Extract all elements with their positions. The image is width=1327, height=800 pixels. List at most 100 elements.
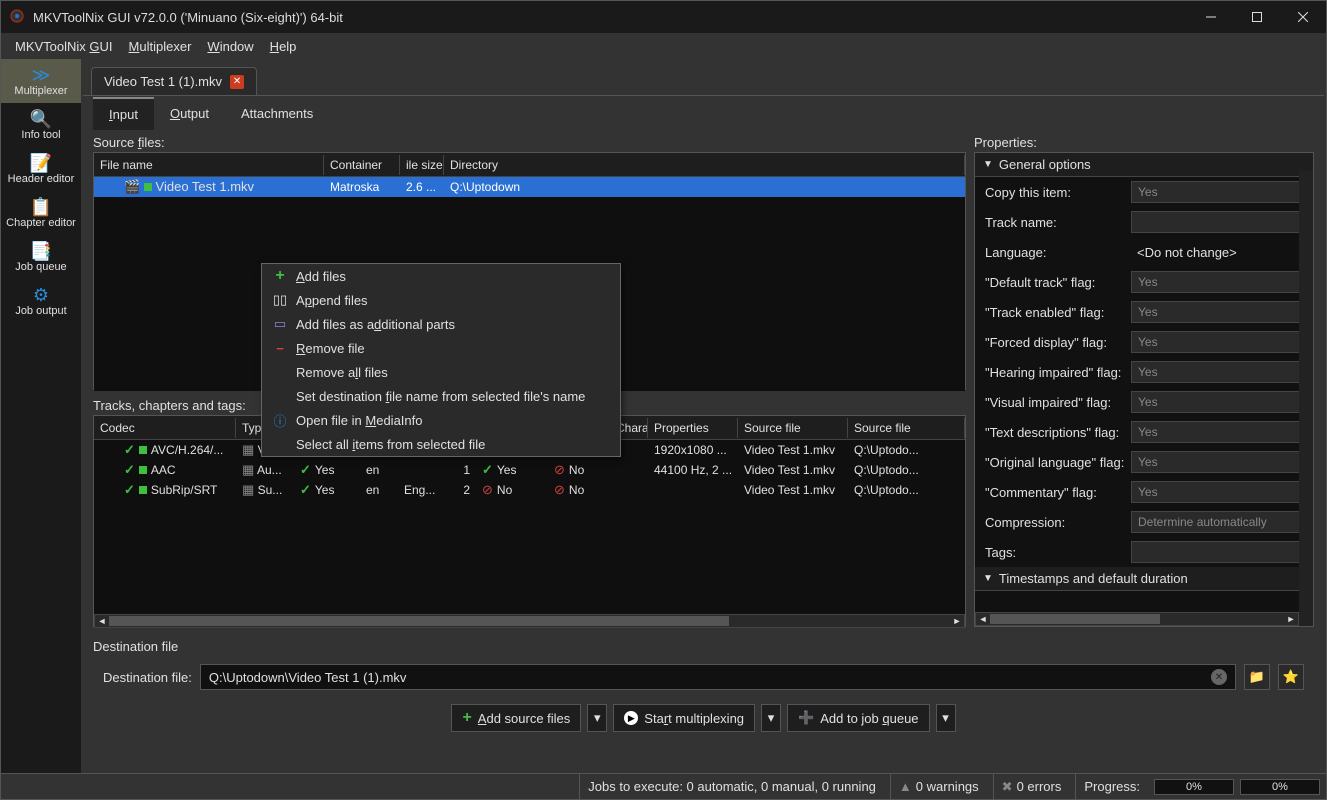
ctx-append-files[interactable]: ▯▯Append files: [262, 288, 620, 312]
property-value-input[interactable]: [1131, 181, 1303, 203]
start-mux-dropdown[interactable]: ▾: [761, 704, 781, 732]
start-multiplexing-button[interactable]: ▶ Start multiplexing: [613, 704, 755, 732]
destination-path-input[interactable]: Q:\Uptodown\Video Test 1 (1).mkv ✕: [200, 664, 1236, 690]
minimize-button[interactable]: [1188, 1, 1234, 33]
tab-close-icon[interactable]: ✕: [230, 75, 244, 89]
video-icon: 🎬: [124, 179, 140, 194]
track-row[interactable]: ✓AAC▦ Au...✓Yesen1✓Yes⊘No44100 Hz, 2 ...…: [94, 460, 965, 480]
subtabs: Input Output Attachments: [83, 95, 1324, 131]
property-value-input[interactable]: [1131, 451, 1303, 473]
col-filesize[interactable]: ile size: [400, 155, 444, 175]
col-filename[interactable]: File name: [94, 155, 324, 175]
property-value-input[interactable]: [1131, 361, 1303, 383]
property-value-input[interactable]: [1131, 301, 1303, 323]
property-value-input[interactable]: [1131, 541, 1303, 563]
browse-destination-button[interactable]: 📁: [1244, 664, 1270, 690]
property-row: Language:<Do not change>: [975, 237, 1313, 267]
properties-vscroll[interactable]: [1299, 171, 1313, 626]
property-row: "Visual impaired" flag:: [975, 387, 1313, 417]
property-value-input[interactable]: [1131, 481, 1303, 503]
titlebar: MKVToolNix GUI v72.0.0 ('Minuano (Six-ei…: [1, 1, 1326, 33]
status-indicator: [139, 486, 147, 494]
col-srcfile[interactable]: Source file: [738, 418, 848, 438]
add-source-files-button[interactable]: + Add source files: [451, 704, 581, 732]
append-icon: ▯▯: [272, 292, 288, 308]
status-errors[interactable]: ✖0 errors: [993, 774, 1070, 799]
property-value-input[interactable]: [1131, 331, 1303, 353]
col-props[interactable]: Properties: [648, 418, 738, 438]
property-row: Track name:: [975, 207, 1313, 237]
clear-path-button[interactable]: ✕: [1211, 669, 1227, 685]
maximize-button[interactable]: [1234, 1, 1280, 33]
tab-label: Video Test 1 (1).mkv: [104, 74, 222, 89]
side-job-output[interactable]: ⚙ Job output: [1, 279, 81, 323]
property-value-text[interactable]: <Do not change>: [1131, 243, 1303, 262]
status-progress-label: Progress:: [1075, 774, 1148, 799]
side-chapter-editor[interactable]: 📋 Chapter editor: [1, 191, 81, 235]
side-job-queue[interactable]: 📑 Job queue: [1, 235, 81, 279]
track-row[interactable]: ✓SubRip/SRT▦ Su...✓YesenEng...2⊘No⊘NoVid…: [94, 480, 965, 500]
menu-window[interactable]: Window: [201, 37, 259, 56]
scroll-right-icon[interactable]: ►: [950, 615, 964, 627]
property-value-input[interactable]: [1131, 511, 1303, 533]
property-row: "Hearing impaired" flag:: [975, 357, 1313, 387]
property-label: Tags:: [985, 545, 1125, 560]
subtab-attachments[interactable]: Attachments: [225, 98, 329, 129]
menubar: MKVToolNix GUI Multiplexer Window Help: [1, 33, 1326, 59]
action-bar: + Add source files ▾ ▶ Start multiplexin…: [93, 698, 1314, 738]
play-icon: ▶: [624, 711, 638, 725]
col-container[interactable]: Container: [324, 155, 400, 175]
scroll-right-icon[interactable]: ►: [1284, 613, 1298, 625]
document-tab[interactable]: Video Test 1 (1).mkv ✕: [91, 67, 257, 95]
destination-section-label: Destination file: [93, 639, 1314, 654]
edit-icon: 📝: [30, 154, 52, 172]
add-to-queue-button[interactable]: ➕ Add to job queue: [787, 704, 930, 732]
ctx-set-destination-name[interactable]: Set destination file name from selected …: [262, 384, 620, 408]
property-value-input[interactable]: [1131, 271, 1303, 293]
subtab-output[interactable]: Output: [154, 98, 225, 129]
col-srcdir[interactable]: Source file: [848, 418, 965, 438]
scroll-left-icon[interactable]: ◄: [95, 615, 109, 627]
ctx-add-additional-parts[interactable]: ▭Add files as additional parts: [262, 312, 620, 336]
recent-destination-button[interactable]: ⭐: [1278, 664, 1304, 690]
minus-icon: −: [272, 341, 288, 356]
side-toolbar: ≫ Multiplexer 🔍 Info tool 📝 Header edito…: [1, 59, 81, 773]
add-queue-dropdown[interactable]: ▾: [936, 704, 956, 732]
property-row: Copy this item:: [975, 177, 1313, 207]
col-directory[interactable]: Directory: [444, 155, 965, 175]
property-value-input[interactable]: [1131, 391, 1303, 413]
window-controls: [1188, 1, 1326, 33]
property-label: "Commentary" flag:: [985, 485, 1125, 500]
status-warnings[interactable]: ▲0 warnings: [890, 774, 987, 799]
destination-field-label: Destination file:: [103, 670, 192, 685]
menu-multiplexer[interactable]: Multiplexer: [123, 37, 198, 56]
side-header-editor[interactable]: 📝 Header editor: [1, 147, 81, 191]
close-button[interactable]: [1280, 1, 1326, 33]
status-indicator: [139, 446, 147, 454]
property-value-input[interactable]: [1131, 421, 1303, 443]
document-tabbar: Video Test 1 (1).mkv ✕: [83, 61, 1324, 95]
ctx-open-mediainfo[interactable]: ⓘOpen file in MediaInfo: [262, 408, 620, 432]
ctx-select-all-items[interactable]: Select all items from selected file: [262, 432, 620, 456]
menu-mkvtoolnix-gui[interactable]: MKVToolNix GUI: [9, 37, 119, 56]
tracks-hscroll[interactable]: ◄ ►: [94, 614, 965, 628]
source-file-row[interactable]: 🎬 Video Test 1.mkv Matroska 2.6 ... Q:\U…: [94, 177, 965, 197]
scroll-left-icon[interactable]: ◄: [976, 613, 990, 625]
subtab-input[interactable]: Input: [93, 97, 154, 130]
general-options-header[interactable]: ▼ General options: [975, 153, 1313, 177]
ctx-remove-file[interactable]: −Remove file: [262, 336, 620, 360]
col-codec[interactable]: Codec: [94, 418, 236, 438]
add-source-dropdown[interactable]: ▾: [587, 704, 607, 732]
properties-hscroll[interactable]: ◄ ►: [975, 612, 1299, 626]
timestamps-header[interactable]: ▼ Timestamps and default duration: [975, 567, 1313, 591]
ctx-add-files[interactable]: +Add files: [262, 264, 620, 288]
source-files-header: File name Container ile size Directory: [94, 153, 965, 177]
property-label: "Track enabled" flag:: [985, 305, 1125, 320]
ctx-remove-all-files[interactable]: Remove all files: [262, 360, 620, 384]
side-multiplexer[interactable]: ≫ Multiplexer: [1, 59, 81, 103]
gear-icon: ⚙: [33, 286, 49, 304]
property-value-input[interactable]: [1131, 211, 1303, 233]
menu-help[interactable]: Help: [264, 37, 303, 56]
side-info-tool[interactable]: 🔍 Info tool: [1, 103, 81, 147]
property-label: Copy this item:: [985, 185, 1125, 200]
